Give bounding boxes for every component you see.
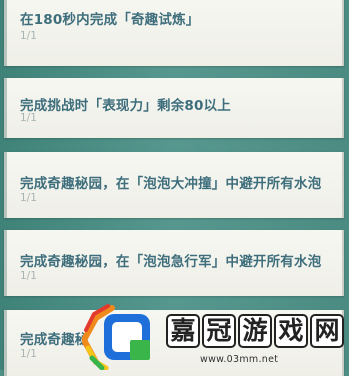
watermark-char: 嘉 [166,314,200,348]
watermark-logo-icon [82,304,150,370]
watermark-char: 戏 [274,314,308,348]
achievement-progress: 1/1 [20,112,37,124]
watermark-url: www.03mm.net [200,354,279,365]
achievement-title: 完成奇趣秘园，在「泡泡大冲撞」中避开所有水泡 [20,176,322,192]
watermark-char: 游 [238,314,272,348]
achievement-card-4[interactable]: 完成奇趣秘园，在「泡泡急行军」中避开所有水泡 1/1 [4,230,344,296]
watermark-char: 冠 [202,314,236,348]
achievement-title: 完成挑战时「表现力」剩余80以上 [20,98,231,114]
achievement-progress: 1/1 [20,192,37,204]
achievement-card-2[interactable]: 完成挑战时「表现力」剩余80以上 1/1 [4,78,344,138]
achievement-card-1[interactable]: 在180秒内完成「奇趣试炼」 1/1 [4,0,344,66]
watermark-text: 嘉 冠 游 戏 网 www.03mm.net [162,312,344,368]
achievement-title: 完成奇趣秘园，在「泡泡急行军」中避开所有水泡 [20,254,322,270]
watermark-char: 网 [310,314,344,348]
achievement-progress: 1/1 [20,270,37,282]
achievement-title: 完成奇趣秘 [20,332,89,348]
achievement-progress: 1/1 [20,30,37,42]
achievement-card-3[interactable]: 完成奇趣秘园，在「泡泡大冲撞」中避开所有水泡 1/1 [4,152,344,218]
achievement-title: 在180秒内完成「奇趣试炼」 [20,12,200,28]
achievement-progress: 1/1 [20,348,37,360]
